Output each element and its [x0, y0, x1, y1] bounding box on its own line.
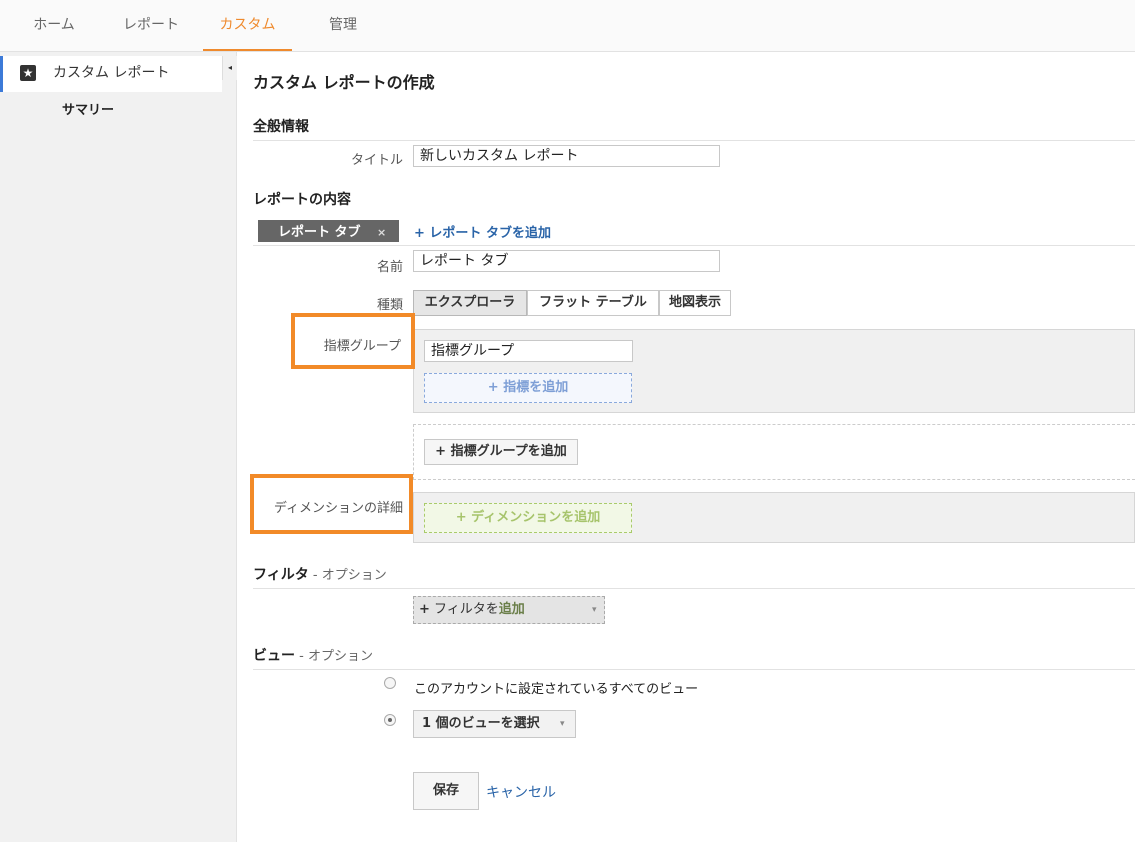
view-title: ビュー	[253, 648, 295, 664]
type-explorer-button[interactable]: エクスプローラ	[413, 290, 527, 316]
type-label: 種類	[376, 298, 403, 313]
type-map-button[interactable]: 地図表示	[659, 290, 731, 316]
divider	[253, 245, 1135, 246]
add-metric-button[interactable]: + 指標を追加	[424, 373, 632, 403]
view-optional: - オプション	[295, 649, 373, 664]
sidebar-sub-item-summary[interactable]: サマリー	[62, 99, 114, 118]
add-filter-text: フィルタを	[429, 602, 499, 617]
metric-group-input[interactable]: 指標グループ	[424, 340, 633, 362]
option-all-views-label: このアカウントに設定されているすべてのビュー	[414, 682, 699, 697]
add-dimension-button[interactable]: + ディメンションを追加	[424, 503, 632, 533]
add-filter-plus: +	[419, 602, 430, 617]
add-filter-dropdown[interactable]: + フィルタを追加 ▾	[413, 596, 605, 624]
filter-optional: - オプション	[308, 568, 387, 583]
add-metric-group-button[interactable]: + 指標グループを追加	[424, 439, 578, 465]
sidebar-item-label[interactable]: カスタム レポート	[53, 62, 169, 82]
tab-admin[interactable]: 管理	[310, 0, 376, 51]
report-tab-chip-label: レポート タブ	[278, 225, 361, 240]
section-view: ビュー - オプション	[253, 645, 373, 665]
tab-home[interactable]: ホーム	[14, 0, 94, 51]
section-report-content: レポートの内容	[253, 192, 351, 208]
select-view-label: 1 個のビューを選択	[422, 716, 540, 731]
section-general: 全般情報	[253, 119, 309, 135]
tab-custom[interactable]: カスタム	[203, 0, 292, 51]
page-title: カスタム レポートの作成	[253, 73, 435, 92]
radio-all-views[interactable]	[384, 677, 396, 689]
save-button[interactable]: 保存	[413, 772, 479, 810]
divider	[253, 140, 1135, 141]
chevron-down-icon: ▾	[560, 719, 565, 729]
top-nav: ホーム レポート カスタム 管理	[0, 0, 1135, 52]
title-label: タイトル	[350, 153, 403, 168]
cancel-link[interactable]: キャンセル	[486, 782, 556, 802]
highlight-dimension	[250, 474, 413, 534]
chevron-down-icon: ▾	[592, 605, 597, 615]
type-flat-table-button[interactable]: フラット テーブル	[527, 290, 659, 316]
title-input[interactable]: 新しいカスタム レポート	[413, 145, 720, 167]
add-report-tab-link[interactable]: + レポート タブを追加	[414, 222, 551, 241]
section-filter: フィルタ - オプション	[253, 564, 387, 584]
highlight-metric-group	[291, 313, 415, 369]
radio-select-view[interactable]	[384, 714, 396, 726]
add-filter-bold: 追加	[498, 602, 525, 617]
close-icon[interactable]: ×	[377, 226, 386, 239]
divider	[253, 588, 1135, 589]
name-input[interactable]: レポート タブ	[413, 250, 720, 272]
star-icon: ★	[20, 65, 36, 81]
divider	[253, 669, 1135, 670]
select-view-dropdown[interactable]: 1 個のビューを選択 ▾	[413, 710, 576, 738]
tab-reports[interactable]: レポート	[110, 0, 192, 51]
collapse-sidebar-icon[interactable]: ◂	[222, 56, 237, 80]
sidebar: ◂	[0, 52, 237, 842]
report-tab-chip[interactable]: レポート タブ ×	[258, 220, 399, 242]
filter-title: フィルタ	[253, 567, 309, 583]
name-label: 名前	[376, 260, 403, 275]
